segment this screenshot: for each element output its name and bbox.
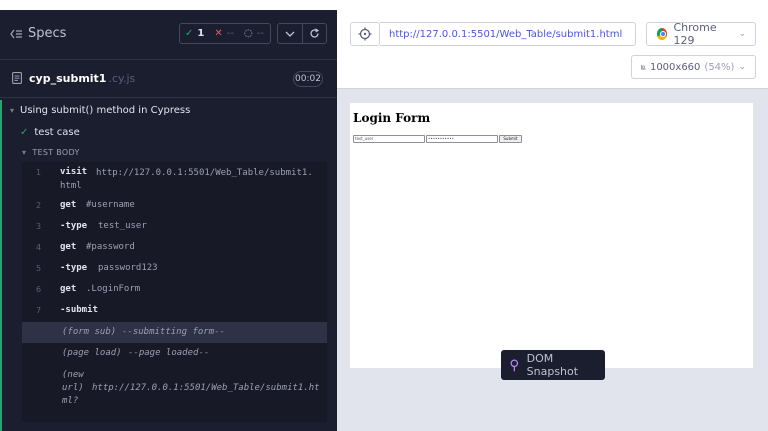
- command-name: -submit: [60, 305, 98, 315]
- passed-stat: ✓ 1: [180, 28, 209, 39]
- command-name: get: [60, 242, 77, 252]
- chrome-icon: [657, 28, 668, 40]
- login-form-heading: Login Form: [353, 111, 431, 125]
- command-message: http://127.0.0.1:5501/Web_Table/submit1.…: [60, 168, 313, 191]
- command-name: get: [60, 284, 77, 294]
- command-row[interactable]: 1 visit http://127.0.0.1:5501/Web_Table/…: [22, 166, 327, 196]
- command-message: test_user: [98, 221, 147, 231]
- spec-file-basename: cyp_submit1: [29, 72, 107, 85]
- event-label: (form sub): [62, 327, 117, 337]
- browser-label: Chrome 129: [673, 21, 717, 47]
- command-number: 3: [36, 222, 42, 231]
- specs-header: Specs ✓ 1 ✕ -- ◌ --: [0, 10, 337, 60]
- file-icon: [12, 72, 22, 84]
- dom-snapshot-badge[interactable]: DOM Snapshot: [501, 350, 605, 380]
- run-duration-badge: 00:02: [293, 71, 323, 87]
- suite-title: Using submit() method in Cypress: [20, 105, 191, 116]
- chevron-down-icon: [285, 31, 295, 37]
- command-name: -type: [60, 263, 88, 273]
- test-title: test case: [34, 127, 80, 138]
- command-number: 5: [36, 264, 42, 273]
- passed-count: 1: [197, 28, 205, 39]
- chevron-down-icon: ⌄: [738, 29, 746, 39]
- pin-icon: [510, 358, 519, 371]
- event-label: (page load): [62, 348, 122, 358]
- viewport-size: 1000x660: [649, 61, 701, 73]
- browser-selector[interactable]: Chrome 129 ⌄: [646, 21, 756, 47]
- command-row[interactable]: 7 -submit: [22, 304, 327, 322]
- reporter-panel: Specs ✓ 1 ✕ -- ◌ -- cyp_submit1 .cy.js 0…: [0, 10, 337, 431]
- username-field[interactable]: test_user: [353, 135, 425, 143]
- rerun-button[interactable]: [301, 24, 327, 43]
- command-message: #username: [86, 200, 135, 210]
- chevron-down-icon: ⌄: [738, 62, 746, 72]
- command-number: 1: [36, 168, 42, 177]
- command-row[interactable]: 3 -type test_user: [22, 220, 327, 238]
- command-number: 2: [36, 201, 42, 210]
- event-message: http://127.0.0.1:5501/Web_Table/submit1.…: [62, 383, 320, 406]
- check-icon: ✓: [185, 28, 194, 39]
- crosshair-icon: [358, 27, 372, 41]
- password-field[interactable]: •••••••••••: [426, 135, 498, 143]
- viewport-scale: (54%): [704, 61, 735, 73]
- command-name: -type: [60, 221, 88, 231]
- spec-file-ext: .cy.js: [108, 72, 136, 85]
- command-row[interactable]: 4 get #password: [22, 241, 327, 259]
- specs-label: Specs: [28, 26, 67, 41]
- event-row-new-url[interactable]: (new url) http://127.0.0.1:5501/Web_Tabl…: [22, 367, 327, 411]
- aut-panel: http://127.0.0.1:5501/Web_Table/submit1.…: [337, 10, 768, 431]
- event-message: --page loaded--: [128, 348, 210, 358]
- aut-toolbar: http://127.0.0.1:5501/Web_Table/submit1.…: [337, 10, 768, 89]
- command-message: .LoginForm: [86, 284, 141, 294]
- suite-title-row[interactable]: ▾ Using submit() method in Cypress: [10, 105, 190, 116]
- command-row[interactable]: 5 -type password123: [22, 262, 327, 280]
- window-top-strip: [0, 0, 768, 10]
- pending-stat: ◌ --: [239, 28, 269, 39]
- event-row-page-load[interactable]: (page load) --page loaded--: [22, 345, 327, 363]
- command-message: #password: [86, 242, 135, 252]
- spec-file-header: cyp_submit1 .cy.js 00:02: [0, 61, 337, 98]
- event-row-form-sub[interactable]: (form sub) --submitting form--: [22, 322, 327, 343]
- pending-count: --: [256, 28, 264, 39]
- reporter-controls: [277, 23, 327, 44]
- command-name: get: [60, 200, 77, 210]
- pending-icon: ◌: [243, 28, 253, 39]
- collapse-sidebar-icon: [10, 29, 22, 38]
- x-icon: ✕: [214, 28, 223, 39]
- failed-count: --: [226, 28, 234, 39]
- dom-snapshot-label: DOM Snapshot: [526, 352, 579, 378]
- command-row[interactable]: 6 get .LoginForm: [22, 283, 327, 301]
- test-body-label: TEST BODY: [32, 148, 80, 157]
- test-title-row[interactable]: ✓ test case: [20, 127, 80, 138]
- command-message: password123: [98, 263, 158, 273]
- chevron-down-icon: ▾: [10, 106, 15, 115]
- aut-iframe: Login Form test_user ••••••••••• Submit: [350, 103, 753, 368]
- event-message: --submitting form--: [122, 327, 225, 337]
- check-icon: ✓: [20, 127, 29, 138]
- command-number: 7: [36, 306, 42, 315]
- spec-file-name[interactable]: cyp_submit1 .cy.js: [29, 72, 135, 85]
- test-body-header[interactable]: ▾ TEST BODY: [22, 148, 80, 157]
- failed-stat: ✕ --: [209, 28, 239, 39]
- command-number: 6: [36, 285, 42, 294]
- refresh-icon: [310, 28, 319, 38]
- chevron-down-icon: ▾: [22, 148, 27, 157]
- collapse-all-button[interactable]: [278, 24, 302, 43]
- test-stats: ✓ 1 ✕ -- ◌ --: [179, 23, 271, 44]
- command-row[interactable]: 2 get #username: [22, 199, 327, 217]
- command-log: 1 visit http://127.0.0.1:5501/Web_Table/…: [22, 162, 327, 422]
- viewport-icon: [641, 64, 646, 70]
- aut-url-field[interactable]: http://127.0.0.1:5501/Web_Table/submit1.…: [380, 22, 636, 46]
- suite-block: ▾ Using submit() method in Cypress ✓ tes…: [0, 100, 337, 431]
- specs-toggle[interactable]: Specs: [10, 26, 66, 41]
- viewport-info-button[interactable]: 1000x660 (54%) ⌄: [631, 55, 756, 79]
- command-number: 4: [36, 243, 42, 252]
- selector-playground-button[interactable]: [350, 22, 380, 46]
- submit-button[interactable]: Submit: [499, 135, 522, 143]
